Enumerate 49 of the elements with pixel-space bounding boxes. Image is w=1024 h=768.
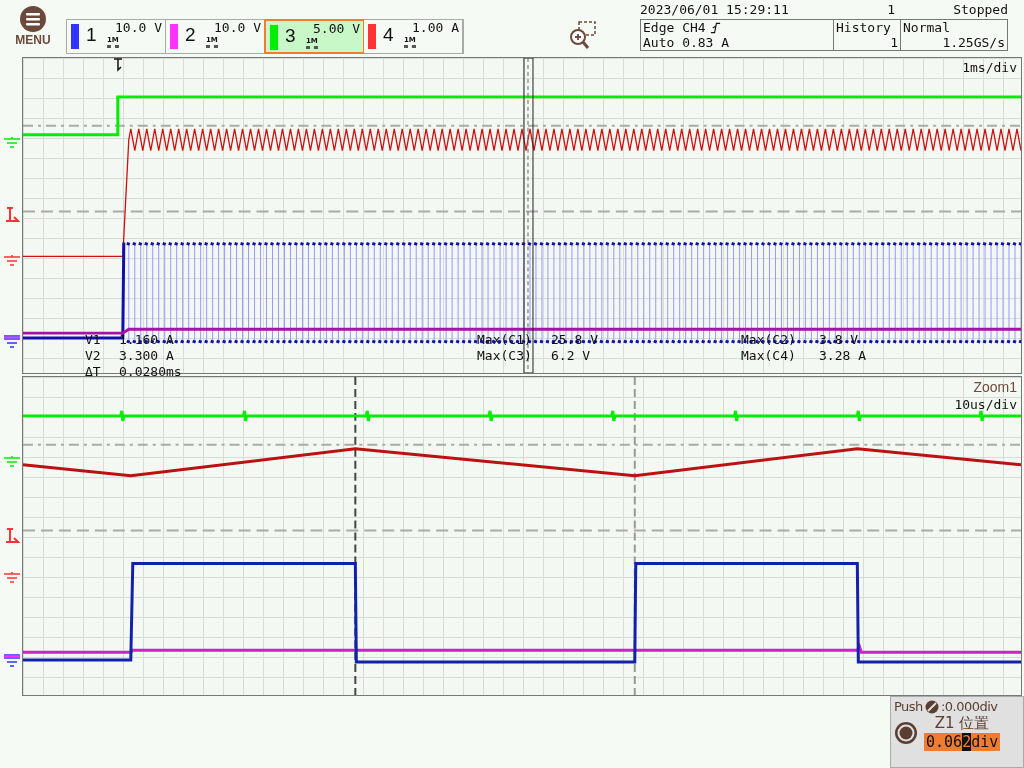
scale-label: 5.00 V — [313, 21, 360, 36]
history-label: History — [836, 20, 892, 35]
cursor-value: 1.160 A — [119, 332, 175, 348]
measurement-label: Max(C1) — [477, 332, 533, 348]
sample-rate: 1.25GS/s — [941, 35, 1005, 50]
history-count: 1 — [889, 35, 898, 50]
push-value: :0.000div — [940, 699, 998, 714]
knob-label: Z1 位置 — [934, 714, 990, 733]
cursor-label: V2 — [85, 348, 102, 364]
menu-icon — [20, 6, 46, 32]
knob-icon[interactable] — [894, 720, 918, 745]
date-time: 2023/06/01 15:29:11 — [640, 2, 790, 17]
ground-marker-icon — [4, 335, 20, 349]
zoom-title: Zoom1 — [973, 379, 1017, 395]
channel-number: 3 — [285, 25, 296, 47]
trigger-mode: Auto 0.83 A — [643, 35, 731, 50]
cursor-value: 3.300 A — [119, 348, 175, 364]
acquisition-count: 1 — [886, 2, 895, 17]
run-status: Stopped — [952, 2, 1008, 17]
timebase-label: 1ms/div — [962, 60, 1017, 75]
push-label: Push — [894, 699, 923, 714]
measurement-value: 6.2 V — [551, 348, 592, 364]
ground-marker-icon — [4, 255, 20, 267]
scale-label: 10.0 V — [115, 20, 162, 35]
channel-number: 2 — [185, 24, 196, 46]
measurement-value: 25.8 V — [551, 332, 599, 348]
timebase-label: 10us/div — [954, 397, 1017, 412]
ground-marker-icon — [4, 456, 20, 468]
measurement-label: Max(C4) — [741, 348, 797, 364]
zoom-in-icon[interactable] — [568, 20, 598, 50]
channel-number: 1 — [86, 24, 97, 46]
channel-number: 4 — [383, 24, 394, 46]
rising-edge-icon — [709, 21, 721, 34]
trigger-type: Edge CH4 — [643, 20, 831, 35]
measurement-value: 3.8 V — [819, 332, 860, 348]
measurement-value: 3.28 A — [819, 348, 866, 364]
ground-marker-icon — [4, 137, 20, 149]
ground-marker-icon — [4, 654, 20, 668]
position-field[interactable]: 0.062div — [924, 733, 1001, 751]
scale-label: 1.00 A — [412, 20, 459, 35]
measurement-label: Max(C3) — [477, 348, 533, 364]
scale-label: 10.0 V — [214, 20, 261, 35]
acquisition-mode: Normal — [903, 20, 951, 35]
trigger-position-icon — [113, 58, 125, 72]
trigger-level-icon — [4, 207, 20, 223]
ground-marker-icon — [4, 572, 20, 584]
menu-button[interactable]: MENU — [10, 6, 56, 47]
slash-circle-icon — [924, 699, 939, 714]
trigger-level-icon — [4, 528, 20, 544]
